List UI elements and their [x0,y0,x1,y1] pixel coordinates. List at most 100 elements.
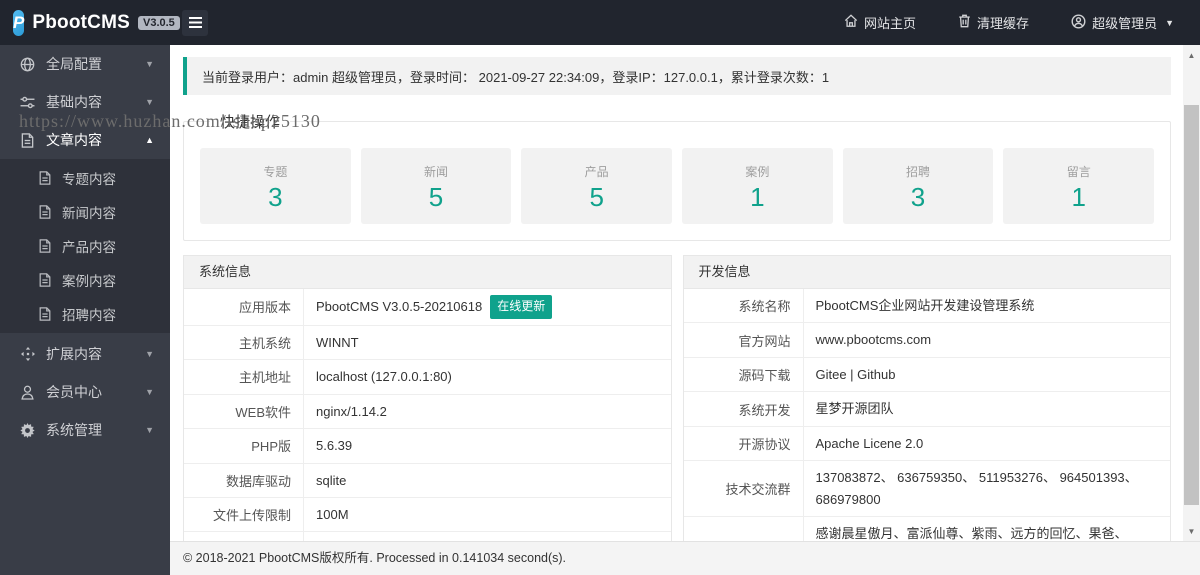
file-icon [38,171,52,185]
globe-icon [20,57,35,72]
quick-card-message[interactable]: 留言 1 [1003,148,1155,224]
brand-name: PbootCMS [32,11,130,33]
dev-info-table: 开发信息 系统名称 PbootCMS企业网站开发建设管理系统 官方网站 www.… [682,255,1171,575]
expand-icon [20,347,35,362]
sidebar-item-extend-content[interactable]: 扩展内容 ▼ [0,335,170,373]
login-info-text: 当前登录用户：admin 超级管理员，登录时间： 2021-09-27 22:3… [202,69,830,85]
row-label: WEB软件 [184,394,304,429]
quick-card-news[interactable]: 新闻 5 [360,148,512,224]
card-count: 3 [910,181,926,212]
row-value: sqlite [316,472,347,488]
table-row: 主机系统 WINNT [184,325,671,361]
sidebar-subitem-label: 案例内容 [62,274,116,289]
topnav-label: 清理缓存 [977,16,1030,31]
row-value: localhost (127.0.0.1:80) [316,369,452,385]
sidebar-subitem-label: 产品内容 [62,240,116,255]
sidebar-subitem-label: 招聘内容 [62,308,116,323]
card-count: 1 [750,181,765,212]
sidebar-item-label: 文章内容 [46,132,102,148]
topnav-site-home[interactable]: 网站主页 [844,13,916,32]
table-row: 开源协议 Apache Licene 2.0 [683,426,1170,462]
quick-card-special[interactable]: 专题 3 [200,148,351,224]
topbar: P PbootCMS V3.0.5 网站主页 清理缓存 超级管理员 ▼ [0,0,1200,45]
info-tables: 系统信息 应用版本 PbootCMS V3.0.5-20210618 在线更新 … [183,255,1171,575]
row-value: Apache Licene 2.0 [815,435,924,451]
login-info-bar: 当前登录用户：admin 超级管理员，登录时间： 2021-09-27 22:3… [183,57,1171,95]
sidebar-subitem-news[interactable]: 新闻内容 [0,195,170,229]
sidebar-item-label: 会员中心 [46,384,102,400]
chevron-down-icon: ▼ [1165,17,1174,28]
scrollbar-up-arrow-icon[interactable]: ▲ [1183,47,1200,63]
main-content: 当前登录用户：admin 超级管理员，登录时间： 2021-09-27 22:3… [170,45,1200,575]
row-label: 系统开发 [684,392,804,426]
row-label: 主机地址 [184,360,304,394]
sidebar-subitem-case[interactable]: 案例内容 [0,263,170,297]
topnav-admin-menu[interactable]: 超级管理员 ▼ [1071,13,1174,32]
file-icon [38,307,52,321]
card-label: 新闻 [424,164,449,179]
file-icon [38,239,52,253]
row-label: 官方网站 [684,323,804,357]
card-label: 留言 [1066,164,1091,179]
quick-operations-panel: 快捷操作 专题 3 新闻 5 产品 5 案例 1 招聘 3 留言 1 [183,111,1171,241]
sidebar-item-system-manage[interactable]: 系统管理 ▼ [0,411,170,449]
file-icon [20,132,35,148]
row-label: 应用版本 [184,289,304,325]
sidebar-item-label: 系统管理 [46,422,102,438]
chevron-down-icon: ▼ [145,349,154,359]
quick-cards: 专题 3 新闻 5 产品 5 案例 1 招聘 3 留言 1 [200,148,1155,224]
pbootcms-logo-icon: P [13,9,25,36]
topnav-label: 网站主页 [864,16,917,31]
table-row: 应用版本 PbootCMS V3.0.5-20210618 在线更新 [184,289,671,326]
row-label: PHP版 [184,429,304,463]
card-count: 5 [428,181,444,212]
sliders-icon [20,95,35,110]
row-value: 星梦开源团队 [815,401,894,417]
table-title: 系统信息 [184,256,671,289]
card-label: 专题 [263,164,288,179]
sidebar-item-article-content[interactable]: 文章内容 ▲ [0,121,170,159]
gear-icon [20,422,35,438]
chevron-down-icon: ▼ [145,59,154,69]
sidebar-subitem-special[interactable]: 专题内容 [0,161,170,195]
scrollbar-thumb[interactable] [1184,105,1199,505]
sidebar-item-label: 扩展内容 [46,346,102,362]
topnav-clear-cache[interactable]: 清理缓存 [958,13,1029,32]
sidebar-item-global-config[interactable]: 全局配置 ▼ [0,45,170,83]
sidebar-subitem-product[interactable]: 产品内容 [0,229,170,263]
vertical-scrollbar[interactable]: ▲ ▼ [1183,45,1200,541]
card-count: 3 [268,181,283,212]
row-value: 100M [316,506,349,522]
sidebar: 全局配置 ▼ 基础内容 ▼ 文章内容 ▲ 专题内容 新闻内容 产品内容 案例内容 [0,45,170,575]
row-label: 开源协议 [684,426,804,461]
chevron-down-icon: ▼ [145,425,154,435]
sidebar-subitem-recruit[interactable]: 招聘内容 [0,297,170,331]
sidebar-item-member-center[interactable]: 会员中心 ▼ [0,373,170,411]
quick-card-product[interactable]: 产品 5 [521,148,673,224]
official-site-link[interactable]: www.pbootcms.com [804,323,1171,356]
quick-card-case[interactable]: 案例 1 [682,148,833,224]
table-row: 主机地址 localhost (127.0.0.1:80) [184,360,671,395]
online-update-button[interactable]: 在线更新 [490,295,553,319]
table-row: 源码下载 Gitee | Github [683,357,1171,393]
row-label: 技术交流群 [684,461,804,517]
table-row: 官方网站 www.pbootcms.com [683,323,1171,358]
scrollbar-down-arrow-icon[interactable]: ▼ [1183,523,1200,539]
card-label: 案例 [745,164,770,179]
quick-card-recruit[interactable]: 招聘 3 [842,148,994,224]
sidebar-item-basic-content[interactable]: 基础内容 ▼ [0,83,170,121]
row-value: PbootCMS企业网站开发建设管理系统 [815,298,1035,313]
table-row: 系统名称 PbootCMS企业网站开发建设管理系统 [683,289,1170,324]
row-label: 文件上传限制 [184,497,304,532]
row-value: WINNT [316,334,359,350]
version-badge: V3.0.5 [137,15,180,30]
card-count: 5 [589,181,604,212]
chevron-up-icon: ▲ [145,135,154,145]
hamburger-menu-icon[interactable] [182,9,208,36]
table-row: PHP版 5.6.39 [184,429,671,464]
app-version-text: PbootCMS V3.0.5-20210618 [316,299,483,315]
row-label: 主机系统 [184,325,304,360]
copyright-text: © 2018-2021 PbootCMS版权所有. Processed in 0… [183,551,567,565]
source-download-links[interactable]: Gitee | Github [804,358,1171,391]
table-title: 开发信息 [683,256,1170,289]
